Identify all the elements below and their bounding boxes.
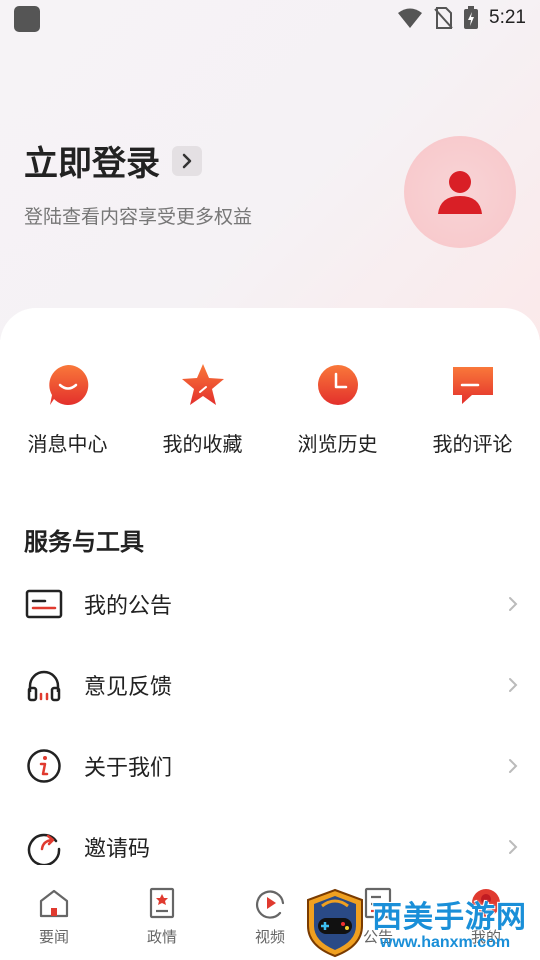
login-button[interactable]: 立即登录	[24, 136, 202, 185]
battery-icon	[464, 6, 479, 29]
menu-label: 我的公告	[84, 594, 173, 619]
status-bar: 5:21	[0, 0, 540, 36]
chevron-right-icon	[172, 145, 202, 176]
menu-label: 意见反馈	[84, 675, 173, 700]
wifi-icon	[398, 8, 423, 28]
video-icon	[253, 886, 287, 920]
tab-label: 要闻	[38, 928, 69, 946]
watermark-url: www.hanxm.com	[380, 934, 511, 951]
menu-invite-code[interactable]: 邀请码	[0, 807, 540, 887]
menu-feedback[interactable]: 意见反馈	[0, 645, 540, 725]
site-watermark: 西美手游网 www.hanxm.com	[300, 888, 540, 960]
chevron-right-icon	[509, 759, 518, 773]
chevron-right-icon	[509, 597, 518, 611]
menu-label: 关于我们	[84, 756, 173, 781]
chevron-right-icon	[509, 840, 518, 854]
tab-label: 视频	[254, 928, 285, 946]
invite-icon	[24, 827, 64, 867]
headphones-icon	[24, 665, 64, 705]
services-title: 服务与工具	[24, 528, 144, 556]
login-subtitle: 登陆查看内容享受更多权益	[24, 206, 253, 228]
no-sim-icon	[434, 7, 453, 29]
tab-politics[interactable]: 政情	[108, 878, 216, 960]
user-icon	[438, 171, 482, 214]
quick-actions: 消息中心 我的收藏 浏览历史 我的评论	[0, 362, 540, 457]
info-icon	[24, 746, 64, 786]
tab-label: 政情	[146, 928, 177, 946]
menu-my-notices[interactable]: 我的公告	[0, 564, 540, 644]
bookmark-icon	[145, 886, 179, 920]
gamepad-shield-logo	[307, 888, 363, 958]
status-time: 5:21	[489, 7, 526, 28]
tab-news[interactable]: 要闻	[0, 878, 108, 960]
app-notification-icon	[14, 6, 40, 32]
star-icon	[180, 362, 226, 408]
quick-favorites[interactable]: 我的收藏	[135, 362, 270, 457]
quick-label: 浏览历史	[297, 432, 378, 456]
quick-label: 消息中心	[27, 432, 108, 456]
notice-icon	[24, 584, 64, 624]
quick-comments[interactable]: 我的评论	[405, 362, 540, 457]
chevron-right-icon	[509, 678, 518, 692]
comment-icon	[450, 362, 496, 408]
message-icon	[45, 362, 91, 408]
login-title: 立即登录	[24, 144, 160, 184]
quick-label: 我的评论	[432, 432, 513, 456]
quick-label: 我的收藏	[162, 432, 243, 456]
menu-label: 邀请码	[84, 837, 151, 862]
avatar[interactable]	[404, 136, 516, 248]
clock-icon	[315, 362, 361, 408]
quick-history[interactable]: 浏览历史	[270, 362, 405, 457]
menu-about-us[interactable]: 关于我们	[0, 726, 540, 806]
home-icon	[37, 886, 71, 920]
watermark-text: 西美手游网	[372, 900, 527, 935]
quick-message-center[interactable]: 消息中心	[0, 362, 135, 457]
